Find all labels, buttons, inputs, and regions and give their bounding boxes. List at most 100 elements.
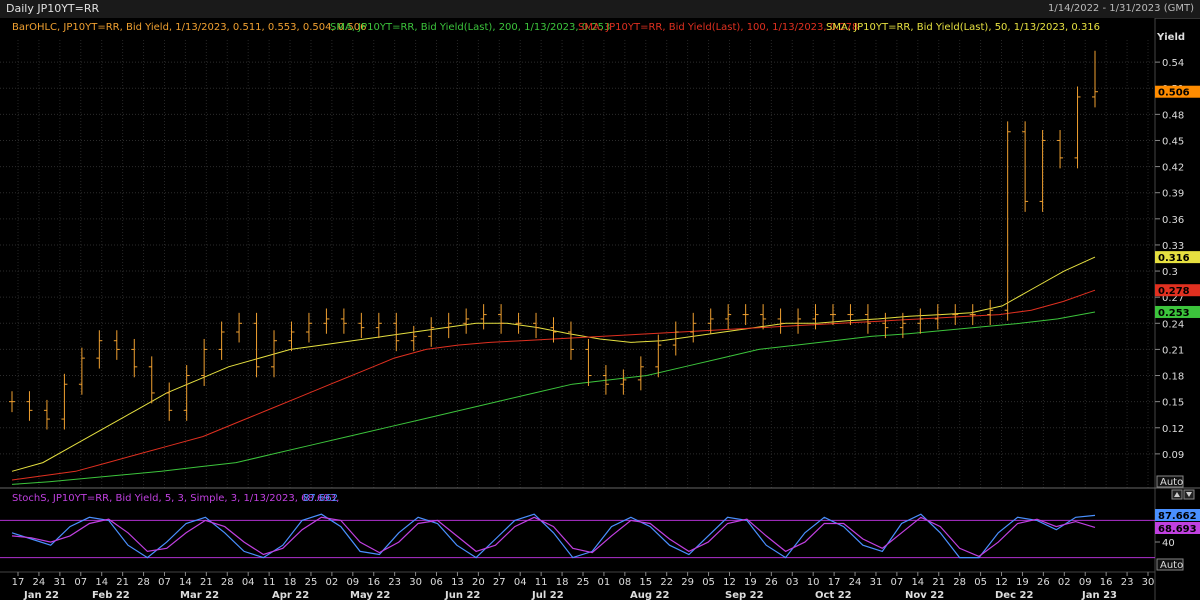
x-tick-label: 02 (1058, 577, 1071, 588)
y-tick-label: 0.15 (1162, 398, 1184, 409)
stoch-value-tag-label: 68.693 (1158, 524, 1197, 535)
x-tick-label: 28 (953, 577, 966, 588)
x-tick-label: 31 (870, 577, 883, 588)
stoch-auto-label: Auto (1160, 560, 1183, 571)
x-tick-label: 12 (723, 577, 736, 588)
x-month-label: Nov 22 (905, 590, 944, 600)
x-tick-label: 15 (639, 577, 652, 588)
yield-axis-title: Yield (1156, 32, 1185, 43)
x-month-label: Jan 23 (1081, 590, 1117, 600)
legend-barohlc: BarOHLC, JP10YT=RR, Bid Yield, 1/13/2023… (12, 22, 367, 33)
x-tick-label: 14 (95, 577, 108, 588)
value-tag-label: 0.506 (1158, 88, 1190, 99)
x-tick-label: 03 (786, 577, 799, 588)
x-month-label: Aug 22 (630, 590, 669, 600)
x-tick-label: 23 (388, 577, 401, 588)
x-tick-label: 11 (535, 577, 548, 588)
x-tick-label: 18 (556, 577, 569, 588)
x-tick-label: 19 (744, 577, 757, 588)
x-tick-label: 25 (305, 577, 318, 588)
x-tick-label: 19 (1016, 577, 1029, 588)
value-tag-label: 0.316 (1158, 253, 1190, 264)
x-tick-label: 14 (911, 577, 924, 588)
x-tick-label: 24 (33, 577, 46, 588)
y-tick-label: 0.54 (1162, 58, 1184, 69)
x-tick-label: 04 (514, 577, 527, 588)
x-tick-label: 12 (995, 577, 1008, 588)
window-title: Daily JP10YT=RR (6, 2, 100, 15)
x-tick-label: 27 (493, 577, 506, 588)
stoch-tick-label: 40 (1162, 538, 1175, 549)
x-tick-label: 26 (765, 577, 778, 588)
x-tick-label: 10 (807, 577, 820, 588)
x-month-label: Jun 22 (444, 590, 480, 600)
x-tick-label: 28 (221, 577, 234, 588)
x-tick-label: 30 (409, 577, 422, 588)
x-tick-label: 09 (1079, 577, 1092, 588)
x-tick-label: 17 (12, 577, 25, 588)
title-bar: Daily JP10YT=RR 1/14/2022 - 1/31/2023 (G… (0, 0, 1200, 19)
x-month-label: Sep 22 (725, 590, 764, 600)
x-month-label: Dec 22 (995, 590, 1033, 600)
x-tick-label: 14 (179, 577, 192, 588)
value-tag-label: 0.278 (1158, 286, 1190, 297)
x-month-label: Oct 22 (815, 590, 852, 600)
x-tick-label: 21 (116, 577, 129, 588)
y-tick-label: 0.42 (1162, 163, 1184, 174)
value-tag-label: 0.253 (1158, 308, 1190, 319)
x-tick-label: 23 (1121, 577, 1134, 588)
x-month-label: Jul 22 (531, 590, 564, 600)
y-tick-label: 0.36 (1162, 215, 1184, 226)
x-tick-label: 20 (472, 577, 485, 588)
x-tick-label: 05 (974, 577, 987, 588)
chart-canvas[interactable]: BarOHLC, JP10YT=RR, Bid Yield, 1/13/2023… (0, 18, 1200, 600)
x-tick-label: 25 (577, 577, 590, 588)
x-tick-label: 07 (891, 577, 904, 588)
x-tick-label: 06 (430, 577, 443, 588)
y-tick-label: 0.45 (1162, 136, 1184, 147)
y-tick-label: 0.24 (1162, 319, 1184, 330)
x-tick-label: 05 (702, 577, 715, 588)
x-tick-label: 08 (618, 577, 631, 588)
stoch-legend-value: 87.662 (303, 493, 338, 504)
x-tick-label: 07 (74, 577, 87, 588)
legend-sma200: SMA, JP10YT=RR, Bid Yield(Last), 200, 1/… (330, 22, 610, 33)
y-tick-label: 0.3 (1162, 267, 1178, 278)
stoch-value-tags: 87.662 68.693 (1155, 509, 1200, 535)
x-tick-label: 11 (263, 577, 276, 588)
x-tick-label: 13 (451, 577, 464, 588)
x-month-label: Feb 22 (92, 590, 130, 600)
x-tick-label: 31 (53, 577, 66, 588)
stoch-value-tag-label: 87.662 (1158, 511, 1197, 522)
x-month-label: Apr 22 (272, 590, 309, 600)
y-tick-label: 0.48 (1162, 110, 1184, 121)
plot-background (0, 18, 1155, 600)
x-tick-label: 29 (681, 577, 694, 588)
x-tick-label: 21 (932, 577, 945, 588)
x-tick-label: 04 (242, 577, 255, 588)
y-tick-label: 0.09 (1162, 450, 1184, 461)
date-range-label: 1/14/2022 - 1/31/2023 (GMT) (1048, 3, 1194, 14)
x-month-label: Jan 22 (23, 590, 59, 600)
x-month-label: Mar 22 (180, 590, 219, 600)
legend-sma50: SMA, JP10YT=RR, Bid Yield(Last), 50, 1/1… (826, 22, 1100, 33)
y-tick-label: 0.33 (1162, 241, 1184, 252)
x-tick-label: 18 (284, 577, 297, 588)
y-tick-label: 0.18 (1162, 372, 1184, 383)
x-tick-label: 17 (828, 577, 841, 588)
x-tick-label: 16 (1100, 577, 1113, 588)
x-tick-label: 09 (346, 577, 359, 588)
y-tick-label: 0.21 (1162, 345, 1184, 356)
x-tick-label: 01 (598, 577, 611, 588)
legend-sma100: SMA, JP10YT=RR, Bid Yield(Last), 100, 1/… (578, 22, 858, 33)
x-tick-label: 30 (1142, 577, 1155, 588)
x-tick-label: 24 (849, 577, 862, 588)
y-tick-label: 0.39 (1162, 189, 1184, 200)
x-tick-label: 22 (660, 577, 673, 588)
x-tick-label: 07 (158, 577, 171, 588)
x-month-label: May 22 (350, 590, 390, 600)
x-tick-label: 16 (367, 577, 380, 588)
x-tick-label: 28 (137, 577, 150, 588)
x-tick-label: 02 (326, 577, 339, 588)
stoch-legend: StochS, JP10YT=RR, Bid Yield, 5, 3, Simp… (12, 493, 339, 504)
